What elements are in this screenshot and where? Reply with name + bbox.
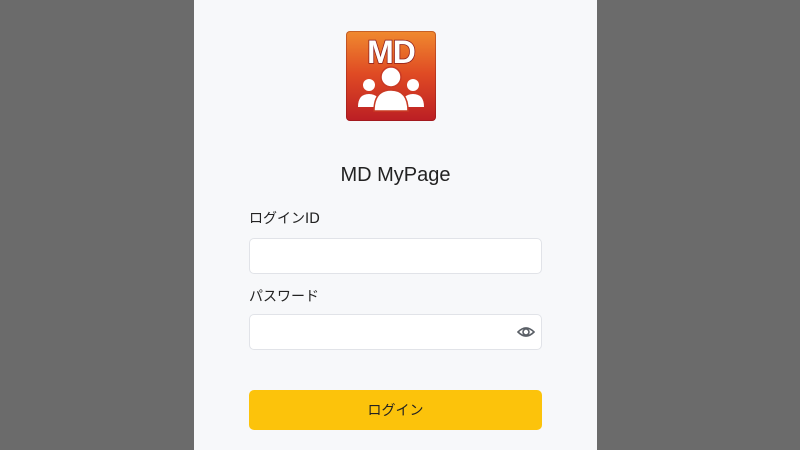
password-input[interactable]: [250, 315, 541, 349]
login-panel: MD MD MyPage ログインID パスワード ログイン: [194, 0, 597, 450]
page-backdrop: MD MD MyPage ログインID パスワード ログイン: [0, 0, 800, 450]
app-logo: MD: [346, 31, 436, 121]
app-title: MD MyPage: [340, 164, 451, 186]
login-id-label: ログインID: [249, 211, 320, 227]
password-field-wrapper: [249, 314, 542, 350]
users-group-icon: [358, 66, 424, 112]
password-label: パスワード: [249, 289, 319, 305]
login-id-input[interactable]: [250, 239, 541, 273]
eye-icon[interactable]: [517, 324, 535, 340]
login-button[interactable]: ログイン: [249, 390, 542, 430]
login-id-field-wrapper: [249, 238, 542, 274]
